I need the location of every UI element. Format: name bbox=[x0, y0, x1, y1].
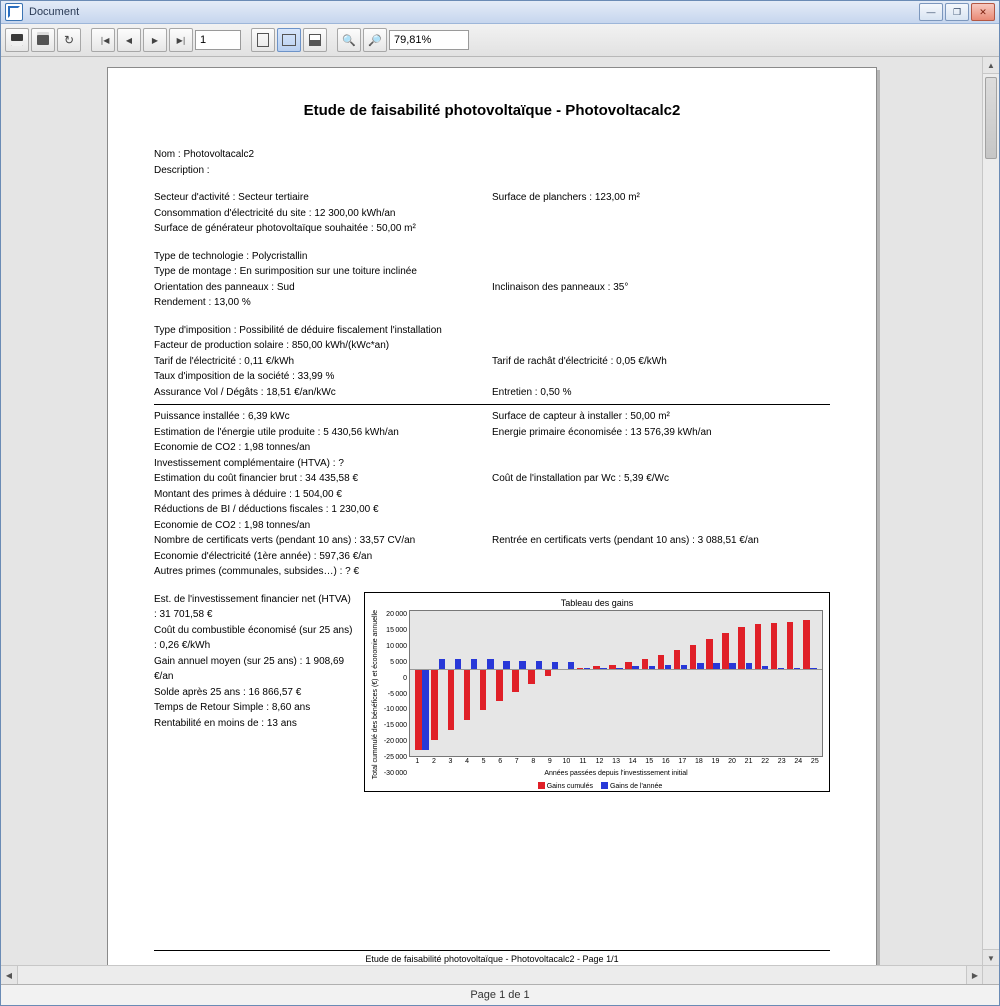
page-viewport[interactable]: Etude de faisabilité photovoltaïque - Ph… bbox=[1, 57, 983, 966]
zoom-input[interactable] bbox=[389, 30, 469, 50]
save-button[interactable] bbox=[5, 28, 29, 52]
field-solde: Solde après 25 ans : 16 866,57 € bbox=[154, 685, 354, 701]
field-invest-net: Est. de l'investissement financier net (… bbox=[154, 592, 354, 623]
field-rentree-cert: Rentrée en certificats verts (pendant 10… bbox=[492, 533, 830, 549]
field-surface-capteur: Surface de capteur à installer : 50,00 m… bbox=[492, 409, 830, 425]
field-eco-elec: Economie d'électricité (1ère année) : 59… bbox=[154, 549, 830, 565]
field-rentabilite: Rentabilité en moins de : 13 ans bbox=[154, 716, 354, 732]
field-taux-imposition: Taux d'imposition de la société : 33,99 … bbox=[154, 369, 830, 385]
field-cout-brut: Estimation du coût financier brut : 34 4… bbox=[154, 471, 492, 487]
field-energie-utile: Estimation de l'énergie utile produite :… bbox=[154, 425, 492, 441]
field-autres-primes: Autres primes (communales, subsides…) : … bbox=[154, 564, 830, 580]
field-eco-co2-a: Economie de CO2 : 1,98 tonnes/an bbox=[154, 440, 830, 456]
divider-1 bbox=[154, 404, 830, 405]
field-entretien: Entretien : 0,50 % bbox=[492, 385, 830, 401]
fit-page-icon bbox=[257, 33, 269, 47]
last-icon bbox=[177, 34, 186, 46]
field-rendement: Rendement : 13,00 % bbox=[154, 295, 830, 311]
field-type-imposition: Type d'imposition : Possibilité de dédui… bbox=[154, 323, 830, 339]
next-page-button[interactable] bbox=[143, 28, 167, 52]
field-surface-planchers: Surface de planchers : 123,00 m² bbox=[492, 190, 830, 206]
zoom-in-icon bbox=[342, 34, 356, 47]
app-icon bbox=[5, 3, 23, 21]
toolbar bbox=[1, 24, 999, 57]
fit-width-button[interactable] bbox=[277, 28, 301, 52]
field-tarif-elec: Tarif de l'électricité : 0,11 €/kWh bbox=[154, 354, 492, 370]
page-number-input[interactable] bbox=[195, 30, 241, 50]
first-page-button[interactable] bbox=[91, 28, 115, 52]
field-eco-co2-b: Economie de CO2 : 1,98 tonnes/an bbox=[154, 518, 830, 534]
field-assurance: Assurance Vol / Dégâts : 18,51 €/an/kWc bbox=[154, 385, 492, 401]
chart: Tableau des gains Total cummulé des béné… bbox=[364, 592, 830, 792]
chart-x-ticks: 1234567891011121314151617181920212223242… bbox=[409, 757, 823, 768]
chart-plot bbox=[409, 610, 823, 757]
field-puissance: Puissance installée : 6,39 kWc bbox=[154, 409, 492, 425]
refresh-icon bbox=[64, 33, 74, 47]
prev-page-button[interactable] bbox=[117, 28, 141, 52]
statusbar: Page 1 de 1 bbox=[1, 984, 999, 1005]
field-energie-primaire: Energie primaire économisée : 13 576,39 … bbox=[492, 425, 830, 441]
next-icon bbox=[152, 34, 158, 46]
field-orientation: Orientation des panneaux : Sud bbox=[154, 280, 492, 296]
field-consommation: Consommation d'électricité du site : 12 … bbox=[154, 206, 830, 222]
maximize-button[interactable]: ❐ bbox=[945, 3, 969, 21]
field-cout-wc: Coût de l'installation par Wc : 5,39 €/W… bbox=[492, 471, 830, 487]
doc-title: Etude de faisabilité photovoltaïque - Ph… bbox=[154, 102, 830, 119]
chart-y-ticks: 20 00015 00010 0005 0000-5 000-10 000-15… bbox=[382, 610, 409, 779]
field-reductions: Réductions de BI / déductions fiscales :… bbox=[154, 502, 830, 518]
scroll-right-icon[interactable]: ▶ bbox=[966, 966, 983, 984]
field-tarif-rachat: Tarif de rachât d'électricité : 0,05 €/k… bbox=[492, 354, 830, 370]
status-text: Page 1 de 1 bbox=[470, 989, 529, 1001]
first-icon bbox=[99, 34, 108, 46]
zoom-out-button[interactable] bbox=[363, 28, 387, 52]
minimize-button[interactable]: — bbox=[919, 3, 943, 21]
doc-footer: Etude de faisabilité photovoltaïque - Ph… bbox=[154, 950, 830, 964]
scroll-v-thumb[interactable] bbox=[985, 77, 997, 159]
fit-width-icon bbox=[282, 34, 296, 46]
window-title: Document bbox=[29, 6, 79, 18]
field-type-montage: Type de montage : En surimposition sur u… bbox=[154, 264, 830, 280]
last-page-button[interactable] bbox=[169, 28, 193, 52]
refresh-button[interactable] bbox=[57, 28, 81, 52]
scroll-left-icon[interactable]: ◀ bbox=[1, 966, 18, 984]
print-icon bbox=[37, 35, 49, 45]
scroll-corner bbox=[982, 965, 999, 984]
thumbnails-button[interactable] bbox=[303, 28, 327, 52]
print-button[interactable] bbox=[31, 28, 55, 52]
field-gain-annuel: Gain annuel moyen (sur 25 ans) : 1 908,6… bbox=[154, 654, 354, 685]
field-surface-gen: Surface de générateur photovoltaïque sou… bbox=[154, 221, 830, 237]
chart-title: Tableau des gains bbox=[371, 597, 823, 611]
scroll-up-icon[interactable]: ▲ bbox=[983, 57, 999, 74]
fit-page-button[interactable] bbox=[251, 28, 275, 52]
app-window: Document — ❐ ✕ Etude de faisabilité phot… bbox=[0, 0, 1000, 1006]
field-facteur-prod: Facteur de production solaire : 850,00 k… bbox=[154, 338, 830, 354]
close-button[interactable]: ✕ bbox=[971, 3, 995, 21]
chart-xlabel: Années passées depuis l'investissement i… bbox=[409, 769, 823, 780]
field-secteur: Secteur d'activité : Secteur tertiaire bbox=[154, 190, 492, 206]
zoom-out-icon bbox=[368, 34, 382, 47]
thumbnails-icon bbox=[309, 34, 321, 46]
field-nom: Nom : Photovoltacalc2 bbox=[154, 147, 830, 163]
scrollbar-horizontal[interactable]: ◀ ▶ bbox=[1, 965, 983, 984]
zoom-in-button[interactable] bbox=[337, 28, 361, 52]
titlebar[interactable]: Document — ❐ ✕ bbox=[1, 1, 999, 24]
prev-icon bbox=[126, 34, 132, 46]
field-invest-comp: Investissement complémentaire (HTVA) : ? bbox=[154, 456, 830, 472]
field-inclinaison: Inclinaison des panneaux : 35° bbox=[492, 280, 830, 296]
document-page: Etude de faisabilité photovoltaïque - Ph… bbox=[107, 67, 877, 966]
field-cert-verts: Nombre de certificats verts (pendant 10 … bbox=[154, 533, 492, 549]
field-cout-combustible: Coût du combustible économisé (sur 25 an… bbox=[154, 623, 354, 654]
scrollbar-vertical[interactable]: ▲ ▼ bbox=[982, 57, 999, 966]
workspace: Etude de faisabilité photovoltaïque - Ph… bbox=[1, 57, 999, 984]
scroll-down-icon[interactable]: ▼ bbox=[983, 949, 999, 966]
save-icon bbox=[11, 34, 23, 46]
field-description: Description : bbox=[154, 163, 830, 179]
field-primes: Montant des primes à déduire : 1 504,00 … bbox=[154, 487, 830, 503]
field-type-tech: Type de technologie : Polycristallin bbox=[154, 249, 830, 265]
chart-ylabel: Total cummulé des bénéfices (€) et écono… bbox=[371, 610, 382, 779]
field-temps-retour: Temps de Retour Simple : 8,60 ans bbox=[154, 700, 354, 716]
